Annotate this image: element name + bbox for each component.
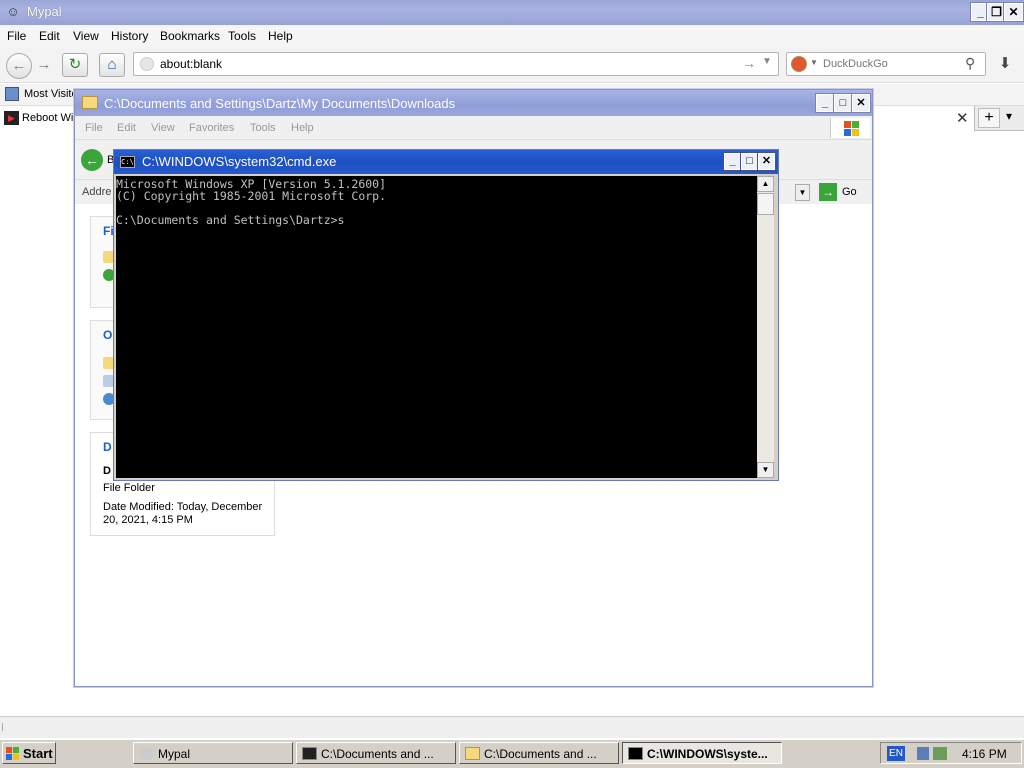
menu-edit[interactable]: Edit [39, 29, 60, 43]
reload-icon[interactable]: ↻ [62, 53, 88, 77]
tab-favicon-icon: ▶ [4, 111, 19, 125]
mypal-icon: ☺ [6, 4, 20, 19]
taskbar-item-explorer[interactable]: C:\Documents and ... [459, 742, 619, 764]
cmd-scrollbar[interactable]: ▲ ▼ [757, 176, 774, 478]
cmd-title: C:\WINDOWS\system32\cmd.exe [142, 154, 337, 169]
search-bar[interactable]: ▼ DuckDuckGo ⚲ [786, 52, 986, 76]
go-arrow-icon[interactable]: → [742, 55, 756, 71]
tab-list-icon[interactable]: ▾ [1006, 109, 1012, 123]
taskbar-item-label: Mypal [158, 747, 191, 761]
explorer-back-icon[interactable]: ← [81, 149, 103, 171]
taskbar-item-mypal[interactable]: Mypal [133, 742, 293, 764]
menu-bookmarks[interactable]: Bookmarks [160, 29, 220, 43]
cmd-prompt-icon [628, 747, 643, 760]
chevron-down-icon[interactable]: ▼ [810, 58, 818, 67]
address-label: Addre [82, 186, 112, 198]
cmd-minimize-button[interactable]: _ [723, 152, 742, 171]
clock[interactable]: 4:16 PM [962, 747, 1007, 761]
home-icon[interactable]: ⌂ [99, 53, 125, 77]
navigation-toolbar: ← → ↻ ⌂ about:blank → ▼ ▼ DuckDuckGo ⚲ ⬇ [0, 47, 1024, 83]
go-arrow-icon[interactable]: → [819, 183, 837, 201]
cmd-window: C:\ C:\WINDOWS\system32\cmd.exe _ □ ✕ Mi… [113, 149, 779, 481]
explorer-minimize-button[interactable]: _ [815, 93, 835, 113]
close-button[interactable]: ✕ [1003, 2, 1024, 22]
taskbar-item-label: C:\WINDOWS\syste... [647, 747, 768, 761]
folder-icon [465, 747, 480, 760]
windows-logo-icon [830, 118, 870, 138]
url-bar[interactable]: about:blank → ▼ [133, 52, 779, 76]
language-indicator[interactable]: EN [887, 746, 905, 761]
cmd-prompt-icon: C:\ [120, 156, 135, 168]
address-dropdown-icon[interactable]: ▼ [795, 184, 810, 201]
folder-icon [82, 96, 98, 109]
taskbar-item-label: C:\Documents and ... [321, 747, 434, 761]
browser-status-bar [0, 716, 1024, 738]
menu-tools[interactable]: Tools [228, 29, 256, 43]
new-tab-button[interactable]: + [978, 108, 1000, 128]
explorer-maximize-button[interactable]: □ [833, 93, 853, 113]
search-placeholder[interactable]: DuckDuckGo [823, 58, 888, 70]
details-date-modified: Date Modified: Today, December 20, 2021,… [103, 501, 263, 526]
search-icon[interactable]: ⚲ [965, 55, 975, 72]
taskbar-item-cmd[interactable]: C:\WINDOWS\syste... [622, 742, 782, 764]
details-heading[interactable]: D [103, 440, 112, 454]
explorer-menu-tools[interactable]: Tools [250, 122, 276, 134]
details-name: D [103, 465, 111, 477]
tab-close-icon[interactable]: ✕ [956, 109, 969, 127]
windows-start-icon [6, 747, 19, 760]
taskbar-item-label: C:\Documents and ... [484, 747, 597, 761]
go-button[interactable]: Go [842, 186, 857, 198]
bookmark-folder-icon [5, 87, 19, 101]
console-area[interactable]: Microsoft Windows XP [Version 5.1.2600] … [116, 176, 757, 478]
details-type: File Folder [103, 482, 155, 494]
explorer-menubar: File Edit View Favorites Tools Help [75, 116, 872, 140]
duckduckgo-icon[interactable] [791, 56, 807, 72]
tab-label[interactable]: Reboot Wi [22, 112, 73, 124]
browser-titlebar[interactable]: ☺ Mypal _ ❐ ✕ [0, 0, 1024, 25]
scroll-up-icon[interactable]: ▲ [757, 176, 774, 192]
menu-help[interactable]: Help [268, 29, 293, 43]
back-arrow-icon[interactable]: ← [6, 53, 32, 79]
download-icon[interactable]: ⬇ [992, 53, 1018, 77]
forward-arrow-icon[interactable]: → [31, 53, 57, 79]
menu-history[interactable]: History [111, 29, 148, 43]
explorer-titlebar[interactable]: C:\Documents and Settings\Dartz\My Docum… [75, 90, 872, 116]
explorer-title: C:\Documents and Settings\Dartz\My Docum… [104, 96, 456, 111]
network-tray-icon[interactable] [917, 747, 929, 760]
explorer-menu-help[interactable]: Help [291, 122, 314, 134]
explorer-menu-file[interactable]: File [85, 122, 103, 134]
browser-menubar: File Edit View History Bookmarks Tools H… [0, 25, 1024, 47]
system-tray: EN 4:16 PM [880, 742, 1022, 764]
other-places-heading[interactable]: O [103, 328, 112, 342]
explorer-close-button[interactable]: ✕ [851, 93, 871, 113]
menu-view[interactable]: View [73, 29, 99, 43]
taskbar-item-7zip[interactable]: C:\Documents and ... [296, 742, 456, 764]
explorer-menu-edit[interactable]: Edit [117, 122, 136, 134]
cmd-titlebar[interactable]: C:\ C:\WINDOWS\system32\cmd.exe _ □ ✕ [114, 150, 778, 174]
explorer-menu-favorites[interactable]: Favorites [189, 122, 234, 134]
url-dropdown-icon[interactable]: ▼ [762, 56, 772, 67]
browser-title: Mypal [27, 4, 62, 19]
scroll-thumb[interactable] [757, 193, 774, 215]
7zip-icon [302, 747, 317, 760]
explorer-menu-view[interactable]: View [151, 122, 175, 134]
safely-remove-hardware-icon[interactable] [933, 747, 947, 760]
cmd-close-button[interactable]: ✕ [757, 152, 776, 171]
cmd-maximize-button[interactable]: □ [740, 152, 759, 171]
status-grip-icon [2, 723, 10, 731]
start-label: Start [23, 746, 53, 761]
taskbar: Start Mypal C:\Documents and ... C:\Docu… [0, 738, 1024, 768]
console-text[interactable]: Microsoft Windows XP [Version 5.1.2600] … [116, 178, 386, 226]
bookmark-most-visited[interactable]: Most Visite [24, 88, 78, 100]
mypal-icon [139, 747, 154, 760]
menu-file[interactable]: File [7, 29, 26, 43]
page-globe-icon [140, 57, 154, 71]
start-button[interactable]: Start [2, 742, 56, 764]
url-text[interactable]: about:blank [160, 57, 222, 71]
scroll-down-icon[interactable]: ▼ [757, 462, 774, 478]
